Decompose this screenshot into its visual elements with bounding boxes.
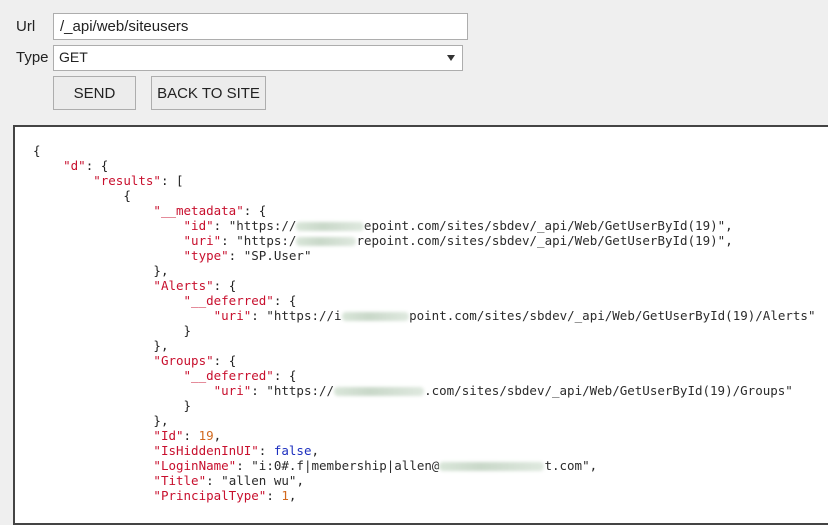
code-token: "Groups": [153, 353, 214, 368]
code-token: ,: [213, 428, 222, 443]
code-token: .com/sites/sbdev/_api/Web/GetUserById(19…: [424, 383, 793, 398]
code-token: "d": [63, 158, 86, 173]
code-line: },: [33, 263, 815, 278]
code-line: }: [33, 323, 815, 338]
url-input[interactable]: [53, 13, 468, 40]
code-token: "uri": [213, 308, 252, 323]
code-token: }: [183, 398, 192, 413]
code-token: ,: [311, 443, 320, 458]
chevron-down-icon: [447, 55, 455, 61]
code-line: "IsHiddenInUI": false,: [33, 443, 815, 458]
redacted-text: [296, 237, 357, 246]
code-token: "Title": [153, 473, 207, 488]
code-token: point.com/sites/sbdev/_api/Web/GetUserBy…: [409, 308, 816, 323]
code-line: "Title": "allen wu",: [33, 473, 815, 488]
type-select-value: GET: [59, 49, 88, 65]
code-token: "id": [183, 218, 214, 233]
code-token: {: [33, 143, 41, 158]
code-line: "LoginName": "i:0#.f|membership|allen@ t.…: [33, 458, 815, 473]
redacted-text: [439, 462, 545, 471]
code-token: {: [123, 188, 131, 203]
code-token: "IsHiddenInUI": [153, 443, 259, 458]
code-token: "i:0#.f|membership|allen@: [251, 458, 440, 473]
code-line: "type": "SP.User": [33, 248, 815, 263]
code-token: "https://i: [266, 308, 342, 323]
code-token: : {: [213, 278, 237, 293]
code-line: "__deferred": {: [33, 368, 815, 383]
code-token: "__metadata": [153, 203, 244, 218]
code-token: :: [183, 428, 199, 443]
code-token: :: [228, 248, 244, 263]
code-token: : {: [213, 353, 237, 368]
code-token: "LoginName": [153, 458, 237, 473]
code-line: "Alerts": {: [33, 278, 815, 293]
code-token: "Alerts": [153, 278, 214, 293]
code-token: :: [206, 473, 222, 488]
code-token: "__deferred": [183, 293, 274, 308]
code-token: "https:/: [236, 233, 297, 248]
code-token: "https://: [228, 218, 297, 233]
code-token: epoint.com/sites/sbdev/_api/Web/GetUserB…: [363, 218, 726, 233]
url-label: Url: [16, 18, 36, 35]
code-line: }: [33, 398, 815, 413]
code-line: },: [33, 338, 815, 353]
code-token: :: [221, 233, 237, 248]
code-token: "results": [93, 173, 161, 188]
code-line: "Groups": {: [33, 353, 815, 368]
type-label: Type: [16, 49, 49, 66]
code-token: :: [236, 458, 252, 473]
type-select[interactable]: GET: [53, 45, 463, 71]
code-token: :: [258, 443, 274, 458]
code-token: },: [153, 338, 169, 353]
code-line: "__metadata": {: [33, 203, 815, 218]
code-token: "allen wu": [221, 473, 297, 488]
code-token: :: [213, 218, 229, 233]
code-token: : {: [273, 368, 297, 383]
code-line: },: [33, 413, 815, 428]
code-token: },: [153, 413, 169, 428]
code-line: "uri": "https:// .com/sites/sbdev/_api/We…: [33, 383, 815, 398]
code-line: "Id": 19,: [33, 428, 815, 443]
code-line: "uri": "https://i point.com/sites/sbdev/_…: [33, 308, 816, 323]
redacted-text: [296, 222, 364, 231]
redacted-text: [334, 387, 425, 396]
code-token: "Id": [153, 428, 184, 443]
code-token: "type": [183, 248, 229, 263]
code-token: },: [153, 263, 169, 278]
code-token: t.com": [544, 458, 590, 473]
back-to-site-button[interactable]: BACK TO SITE: [151, 76, 266, 110]
code-token: : {: [85, 158, 109, 173]
code-line: "__deferred": {: [33, 293, 815, 308]
redacted-text: [341, 312, 410, 321]
response-json: { "d": { "results": [ { "__metadata": { …: [33, 143, 815, 503]
code-token: ,: [296, 473, 304, 488]
code-line: "uri": "https:/ repoint.com/sites/sbdev/_…: [33, 233, 815, 248]
code-token: : [: [160, 173, 184, 188]
code-token: "SP.User": [243, 248, 312, 263]
code-line: {: [33, 188, 815, 203]
code-line: "results": [: [33, 173, 815, 188]
code-token: : {: [243, 203, 267, 218]
code-token: ,: [725, 233, 733, 248]
code-token: "uri": [183, 233, 222, 248]
code-line: {: [33, 143, 815, 158]
code-token: :: [251, 383, 267, 398]
code-token: false: [273, 443, 312, 458]
send-button[interactable]: SEND: [53, 76, 136, 110]
code-token: repoint.com/sites/sbdev/_api/Web/GetUser…: [356, 233, 726, 248]
code-token: }: [183, 323, 192, 338]
code-token: "uri": [213, 383, 252, 398]
code-line: "id": "https:// epoint.com/sites/sbdev/_a…: [33, 218, 815, 233]
code-token: "https://: [266, 383, 335, 398]
code-line: "d": {: [33, 158, 815, 173]
code-token: "__deferred": [183, 368, 274, 383]
code-token: :: [251, 308, 267, 323]
code-token: : {: [273, 293, 297, 308]
response-panel[interactable]: { "d": { "results": [ { "__metadata": { …: [13, 125, 828, 525]
code-token: 19: [198, 428, 214, 443]
code-token: ,: [589, 458, 598, 473]
code-token: ,: [725, 218, 733, 233]
